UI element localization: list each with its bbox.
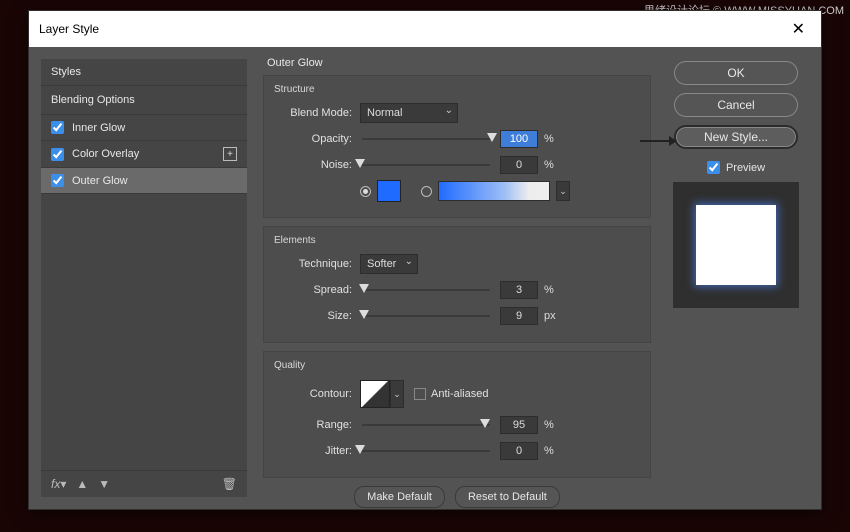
titlebar: Layer Style ✕: [29, 11, 821, 47]
styles-header[interactable]: Styles: [41, 59, 247, 86]
move-down-icon[interactable]: ▼: [98, 477, 110, 491]
glow-color-swatch[interactable]: [377, 180, 401, 202]
style-item-color-overlay[interactable]: Color Overlay +: [41, 141, 247, 168]
technique-label: Technique:: [274, 258, 352, 270]
cancel-button[interactable]: Cancel: [674, 93, 798, 117]
outer-glow-checkbox[interactable]: [51, 174, 64, 187]
range-unit: %: [544, 419, 562, 431]
noise-label: Noise:: [274, 159, 352, 171]
spread-unit: %: [544, 284, 562, 296]
blending-options[interactable]: Blending Options: [41, 86, 247, 115]
preview-thumbnail: [673, 182, 799, 308]
antialias-checkbox[interactable]: [414, 388, 426, 400]
add-effect-icon[interactable]: +: [223, 147, 237, 161]
reset-default-button[interactable]: Reset to Default: [455, 486, 560, 508]
layer-style-dialog: Layer Style ✕ Styles Blending Options In…: [28, 10, 822, 510]
styles-sidebar: Styles Blending Options Inner Glow Color…: [29, 47, 259, 509]
trash-icon[interactable]: 🗑: [222, 477, 237, 491]
contour-picker[interactable]: [360, 380, 390, 408]
blend-mode-label: Blend Mode:: [274, 107, 352, 119]
elements-title: Elements: [274, 235, 640, 246]
color-overlay-checkbox[interactable]: [51, 148, 64, 161]
ok-button[interactable]: OK: [674, 61, 798, 85]
jitter-value[interactable]: 0: [500, 442, 538, 460]
range-slider[interactable]: [360, 418, 492, 432]
gradient-radio[interactable]: [421, 186, 432, 197]
size-unit: px: [544, 310, 562, 322]
jitter-unit: %: [544, 445, 562, 457]
settings-panel: Outer Glow Structure Blend Mode: Normal …: [259, 47, 659, 509]
close-icon[interactable]: ✕: [786, 19, 811, 39]
noise-slider[interactable]: [360, 158, 492, 172]
quality-group: Quality Contour: ⌄ Anti-aliased Range: 9…: [263, 351, 651, 478]
opacity-unit: %: [544, 133, 562, 145]
contour-dropdown-icon[interactable]: ⌄: [390, 380, 404, 408]
right-column: OK Cancel New Style... Preview: [659, 47, 821, 509]
style-item-inner-glow[interactable]: Inner Glow: [41, 115, 247, 141]
noise-unit: %: [544, 159, 562, 171]
solid-color-radio[interactable]: [360, 186, 371, 197]
size-label: Size:: [274, 310, 352, 322]
opacity-label: Opacity:: [274, 133, 352, 145]
blend-mode-select[interactable]: Normal: [360, 103, 458, 123]
jitter-slider[interactable]: [360, 444, 492, 458]
range-label: Range:: [274, 419, 352, 431]
move-up-icon[interactable]: ▲: [76, 477, 88, 491]
sidebar-footer: fx▾ ▲ ▼ 🗑: [41, 470, 247, 497]
fx-menu-icon[interactable]: fx▾: [51, 477, 66, 491]
style-item-label: Color Overlay: [72, 148, 139, 160]
inner-glow-checkbox[interactable]: [51, 121, 64, 134]
noise-value[interactable]: 0: [500, 156, 538, 174]
preview-label: Preview: [726, 162, 765, 174]
make-default-button[interactable]: Make Default: [354, 486, 445, 508]
gradient-swatch[interactable]: [438, 181, 550, 201]
range-value[interactable]: 95: [500, 416, 538, 434]
jitter-label: Jitter:: [274, 445, 352, 457]
opacity-slider[interactable]: [360, 132, 492, 146]
new-style-button[interactable]: New Style...: [674, 125, 798, 149]
structure-group: Structure Blend Mode: Normal Opacity: 10…: [263, 75, 651, 218]
contour-label: Contour:: [274, 388, 352, 400]
spread-label: Spread:: [274, 284, 352, 296]
structure-title: Structure: [274, 84, 640, 95]
size-slider[interactable]: [360, 309, 492, 323]
preview-checkbox[interactable]: [707, 161, 720, 174]
elements-group: Elements Technique: Softer Spread: 3 % S…: [263, 226, 651, 343]
style-item-label: Outer Glow: [72, 175, 128, 187]
antialias-label: Anti-aliased: [431, 388, 488, 400]
style-item-outer-glow[interactable]: Outer Glow: [41, 168, 247, 194]
quality-title: Quality: [274, 360, 640, 371]
style-item-label: Inner Glow: [72, 122, 125, 134]
gradient-dropdown-icon[interactable]: ⌄: [556, 181, 570, 201]
spread-value[interactable]: 3: [500, 281, 538, 299]
opacity-value[interactable]: 100: [500, 130, 538, 148]
spread-slider[interactable]: [360, 283, 492, 297]
panel-title: Outer Glow: [267, 57, 651, 69]
preview-inner: [696, 205, 776, 285]
size-value[interactable]: 9: [500, 307, 538, 325]
annotation-arrow-icon: [640, 140, 676, 141]
technique-select[interactable]: Softer: [360, 254, 418, 274]
dialog-title: Layer Style: [39, 22, 99, 36]
